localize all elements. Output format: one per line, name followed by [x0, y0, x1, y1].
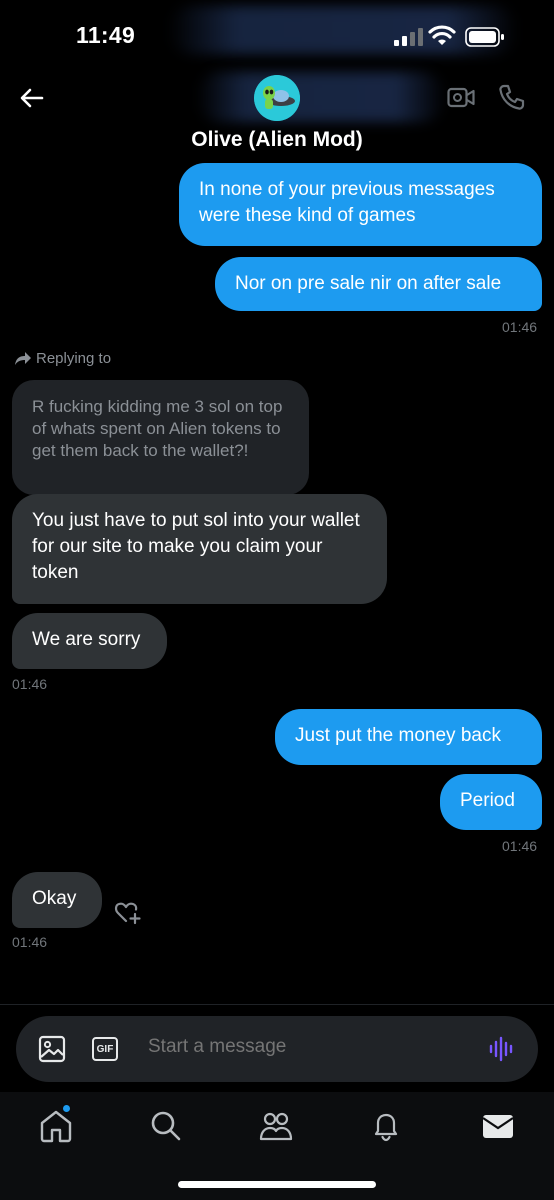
message-timestamp: 01:46: [12, 676, 48, 692]
conversation-header: Olive (Alien Mod): [0, 70, 554, 162]
outgoing-message[interactable]: Nor on pre sale nir on after sale: [215, 257, 542, 311]
message-timestamp: 01:46: [502, 319, 538, 335]
quoted-message[interactable]: R fucking kidding me 3 sol on top of wha…: [12, 380, 309, 495]
incoming-message[interactable]: You just have to put sol into your walle…: [12, 494, 387, 604]
avatar[interactable]: [254, 75, 300, 121]
phone-icon[interactable]: [498, 83, 526, 111]
add-reaction-heart-icon[interactable]: [114, 899, 142, 925]
voice-message-icon[interactable]: [488, 1036, 516, 1062]
message-input[interactable]: [148, 1036, 448, 1058]
message-timestamp: 01:46: [502, 838, 538, 854]
home-indicator[interactable]: [178, 1181, 376, 1188]
arrow-left-icon[interactable]: [18, 84, 46, 112]
cellular-signal-icon: [394, 28, 423, 46]
status-time: 11:49: [76, 22, 136, 48]
gif-icon[interactable]: GIF: [92, 1037, 118, 1061]
search-icon[interactable]: [148, 1108, 184, 1144]
message-timestamp: 01:46: [12, 934, 48, 950]
wifi-icon: [428, 25, 456, 45]
divider: [0, 1004, 554, 1005]
home-icon[interactable]: [38, 1108, 74, 1144]
video-camera-icon[interactable]: [447, 85, 475, 111]
notifications-icon[interactable]: [368, 1108, 404, 1144]
incoming-message[interactable]: We are sorry: [12, 613, 167, 669]
message-composer: GIF: [16, 1016, 538, 1082]
incoming-message[interactable]: Okay: [12, 872, 102, 928]
outgoing-message[interactable]: Just put the money back: [275, 709, 542, 765]
alien-ufo-avatar-icon: [254, 75, 300, 121]
contact-name[interactable]: Olive (Alien Mod): [0, 128, 554, 152]
status-bar: 11:49: [0, 0, 554, 70]
notification-dot: [62, 1104, 71, 1113]
gif-label: GIF: [96, 1043, 114, 1055]
battery-icon: [465, 27, 504, 47]
outgoing-message[interactable]: Period: [440, 774, 542, 830]
blurred-area: [196, 72, 446, 122]
communities-icon[interactable]: [258, 1108, 294, 1144]
messages-icon[interactable]: [480, 1108, 516, 1144]
reply-indicator: Replying to: [14, 350, 111, 367]
image-icon[interactable]: [38, 1035, 66, 1063]
reply-arrow-icon: [15, 352, 31, 365]
reply-label: Replying to: [36, 350, 112, 367]
outgoing-message[interactable]: In none of your previous messages were t…: [179, 163, 542, 246]
